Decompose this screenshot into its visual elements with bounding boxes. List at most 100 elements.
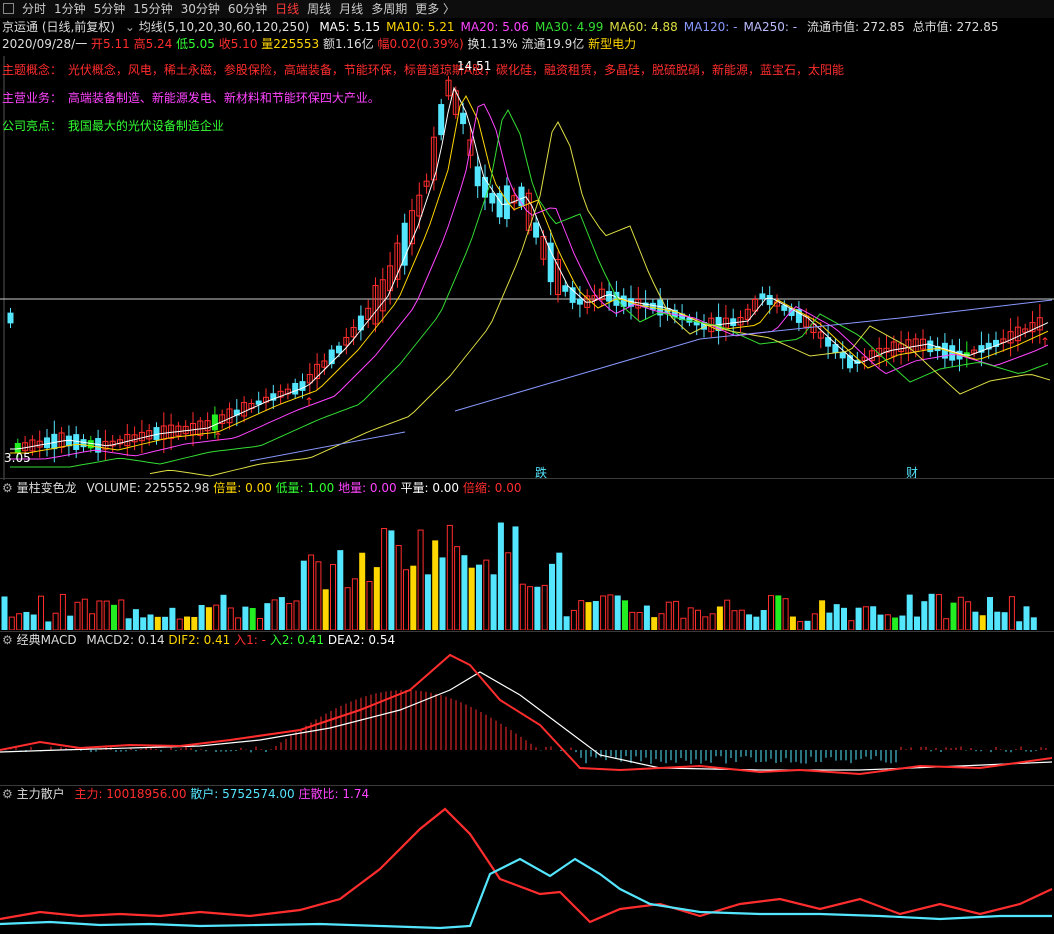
period-tab[interactable]: 30分钟 xyxy=(177,0,224,18)
volume-bar xyxy=(497,522,504,630)
total-cap: 总市值: 272.85 xyxy=(912,20,999,34)
volume-bar xyxy=(768,595,774,630)
period-tab[interactable]: 5分钟 xyxy=(90,0,130,18)
volume-bar xyxy=(629,611,636,630)
candlestick xyxy=(460,112,467,125)
volume-bar xyxy=(563,616,570,630)
volume-indicator-name[interactable]: 量柱变色龙 xyxy=(17,481,77,495)
volume-bar xyxy=(257,618,263,630)
volume-bar xyxy=(658,613,665,630)
volume-bar xyxy=(410,565,417,630)
gear-icon[interactable]: ⚙ xyxy=(2,787,13,801)
volume-bar xyxy=(848,620,855,630)
highlight-row: 公司亮点： 我国最大的光伏设备制造企业 xyxy=(2,117,224,134)
volume-bar xyxy=(607,594,614,630)
volume-bar xyxy=(841,607,847,630)
macd-indicator-name[interactable]: 经典MACD xyxy=(17,633,77,647)
volume-bar xyxy=(957,596,964,630)
gear-icon[interactable]: ⚙ xyxy=(2,481,13,495)
volume-bar xyxy=(162,616,169,630)
candlestick xyxy=(292,382,299,395)
volume-bar xyxy=(67,615,74,630)
gear-icon[interactable]: ⚙ xyxy=(2,633,13,647)
chevron-down-icon[interactable]: ⌄ xyxy=(125,20,135,34)
volume-bar xyxy=(439,557,446,630)
ratio-value: 庄散比: 1.74 xyxy=(298,787,370,801)
volume-bar xyxy=(1008,596,1015,630)
volume-bar xyxy=(1023,606,1030,630)
ma-value: MA10: 5.21 xyxy=(386,20,455,34)
flow-chart[interactable] xyxy=(0,804,1054,934)
macd-header: ⚙ 经典MACD MACD2: 0.14 DIF2: 0.41 入1: - 入2… xyxy=(2,632,395,649)
volume-bar xyxy=(614,595,621,630)
ma30-line xyxy=(10,108,1049,468)
period-tab[interactable]: 月线 xyxy=(335,0,367,18)
period-tab[interactable]: 多周期 xyxy=(367,0,411,18)
volume-bar xyxy=(468,567,475,630)
panel-toggle-icon[interactable] xyxy=(3,3,14,14)
volume-bar xyxy=(403,569,409,630)
candlestick xyxy=(547,242,554,283)
volume-bar xyxy=(585,602,592,630)
macd-chart[interactable] xyxy=(0,650,1054,784)
volume-bar xyxy=(797,621,804,630)
ma-label[interactable]: 均线(5,10,20,30,60,120,250) xyxy=(139,20,310,34)
volume-bar xyxy=(417,529,424,630)
volume-bar xyxy=(636,611,643,630)
dif-line xyxy=(0,653,1053,776)
business-row: 主营业务： 高端装备制造、新能源发电、新材料和节能环保四大产业。 xyxy=(2,89,380,106)
candlestick xyxy=(576,298,583,305)
ma-header: 京运通 (日线,前复权) ⌄ 均线(5,10,20,30,60,120,250)… xyxy=(2,19,998,36)
candlestick xyxy=(44,437,50,449)
in2-value: 入2: 0.41 xyxy=(269,633,325,647)
circ-cap: 流通市值: 272.85 xyxy=(806,20,905,34)
macd-value: MACD2: 0.14 xyxy=(86,633,165,647)
period-tab[interactable]: 60分钟 xyxy=(224,0,271,18)
volume-bar xyxy=(811,613,818,630)
in1-value: 入1: - xyxy=(234,633,266,647)
candlestick xyxy=(336,345,342,354)
concept-text: 光伏概念，风电，稀土永磁，参股保险，高端装备，节能环保，标普道琼斯A股，碳化硅，… xyxy=(67,63,845,77)
period-tab[interactable]: 更多 〉 xyxy=(411,0,459,18)
volume-bar xyxy=(344,587,351,630)
candlestick xyxy=(328,349,335,365)
period-tab[interactable]: 日线 xyxy=(271,0,303,18)
volume-bar xyxy=(753,616,760,630)
volume-bar xyxy=(286,603,293,630)
volume-bar xyxy=(16,613,23,630)
diliang-value: 低量: 1.00 xyxy=(275,481,335,495)
volume-bar xyxy=(424,574,431,630)
period-tab[interactable]: 分时 xyxy=(18,0,50,18)
highlight-label: 公司亮点： xyxy=(2,119,63,133)
volume-bar xyxy=(30,614,37,630)
candlestick xyxy=(438,104,445,136)
volume-bar xyxy=(570,609,577,630)
period-tab[interactable]: 1分钟 xyxy=(50,0,90,18)
ma120-line xyxy=(249,431,406,462)
volume-bar xyxy=(213,604,220,630)
flow-indicator-name[interactable]: 主力散户 xyxy=(17,787,65,801)
volume-bar xyxy=(578,600,585,630)
quote-tag[interactable]: 新型电力 xyxy=(588,37,636,51)
quote-open: 开5.11 xyxy=(91,37,130,51)
candlestick xyxy=(839,351,846,359)
volume-bar xyxy=(716,606,723,630)
volume-bar xyxy=(884,614,891,630)
candlestick xyxy=(51,433,58,450)
beisuo-value: 倍缩: 0.00 xyxy=(462,481,522,495)
period-tab[interactable]: 周线 xyxy=(303,0,335,18)
volume-bar xyxy=(687,607,694,630)
candlestick xyxy=(503,185,510,220)
volume-bar xyxy=(972,611,979,630)
volume-bar xyxy=(935,594,942,630)
volume-bar xyxy=(950,602,957,630)
volume-bar xyxy=(782,598,789,630)
volume-bar xyxy=(191,616,198,630)
volume-chart[interactable] xyxy=(0,497,1054,630)
volume-bar xyxy=(592,601,599,630)
volume-bar xyxy=(643,605,650,630)
volume-bar xyxy=(987,597,993,630)
volume-bar xyxy=(702,616,709,630)
volume-bar xyxy=(804,620,811,630)
period-tab[interactable]: 15分钟 xyxy=(129,0,176,18)
